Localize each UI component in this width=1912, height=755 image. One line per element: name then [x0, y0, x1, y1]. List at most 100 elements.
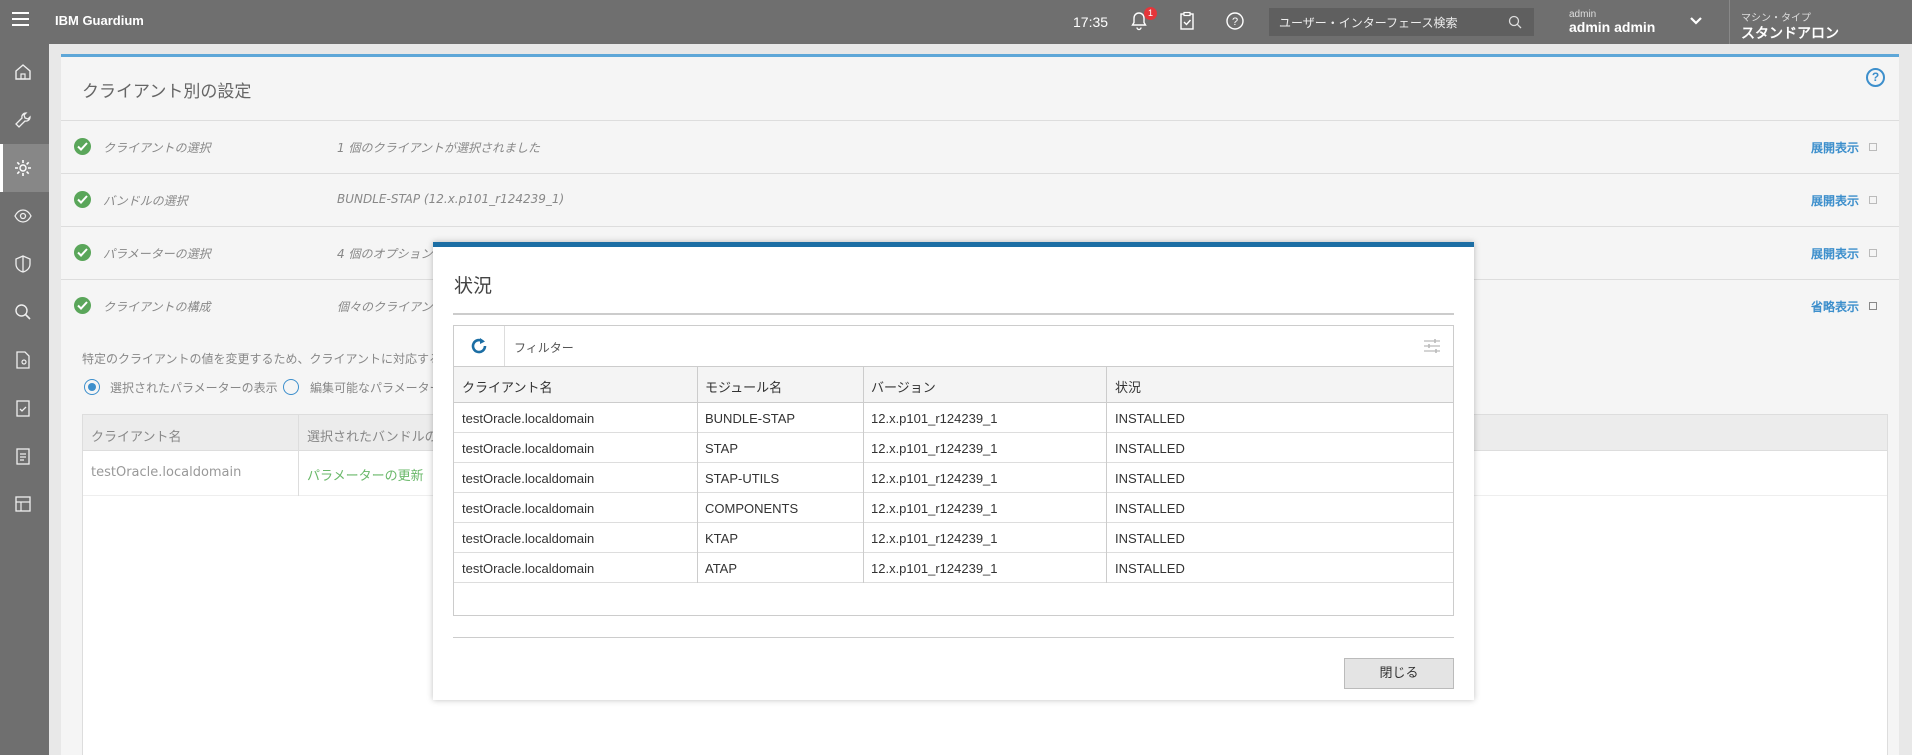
column-header: 選択されたバンドルのパ	[307, 430, 451, 445]
version-cell: 12.x.p101_r124239_1	[871, 561, 998, 576]
sidebar-item-protect[interactable]	[0, 240, 49, 288]
version-cell: 12.x.p101_r124239_1	[871, 531, 998, 546]
status-cell: INSTALLED	[1115, 501, 1185, 516]
sidebar-item-manage[interactable]	[0, 144, 49, 192]
column-divider	[298, 415, 299, 496]
step-select-client: クライアントの選択 1 個のクライアントが選択されました 展開表示	[61, 120, 1899, 173]
version-cell: 12.x.p101_r124239_1	[871, 411, 998, 426]
svg-text:?: ?	[1232, 16, 1238, 28]
expand-button[interactable]: 展開表示	[1811, 245, 1859, 262]
client-cell: testOracle.localdomain	[462, 411, 595, 426]
wrench-icon	[15, 112, 31, 128]
sidebar-item-monitor[interactable]	[0, 192, 49, 240]
clipboard-check-icon[interactable]	[1176, 10, 1198, 32]
filter-input[interactable]: フィルター	[514, 339, 574, 356]
page-title: クライアント別の設定	[82, 82, 252, 102]
machine-type-label: マシン・タイプ	[1741, 13, 1811, 24]
top-bar: IBM Guardium 17:35 1 ? ユーザー・インターフェース検索 a…	[0, 0, 1912, 44]
client-cell: testOracle.localdomain	[462, 471, 595, 486]
check-circle-icon	[74, 191, 91, 208]
check-circle-icon	[74, 244, 91, 261]
help-icon[interactable]: ?	[1866, 68, 1885, 87]
chevron-down-icon[interactable]	[1689, 16, 1703, 26]
table-row[interactable]: testOracle.localdomain BUNDLE-STAP 12.x.…	[454, 403, 1453, 433]
radio-selected-label: 選択されたパラメーターの表示	[110, 381, 278, 395]
search-icon[interactable]	[1508, 15, 1522, 29]
machine-type: マシン・タイプ スタンドアロン	[1741, 9, 1839, 43]
status-cell: INSTALLED	[1115, 441, 1185, 456]
update-parameters-link[interactable]: パラメーターの更新	[307, 465, 424, 484]
radio-selected-parameters[interactable]	[84, 379, 100, 395]
dialog-title: 状況	[454, 275, 493, 297]
table-row[interactable]: testOracle.localdomain ATAP 12.x.p101_r1…	[454, 553, 1453, 583]
column-divider	[697, 367, 698, 583]
expand-button[interactable]: 展開表示	[1811, 192, 1859, 209]
radio-editable-parameters[interactable]	[283, 379, 299, 395]
machine-type-value: スタンドアロン	[1741, 26, 1839, 42]
check-circle-icon	[74, 138, 91, 155]
expand-button[interactable]: 展開表示	[1811, 139, 1859, 156]
step-value: 1 個のクライアントが選択されました	[337, 141, 540, 155]
step-select-bundle: バンドルの選択 BUNDLE-STAP (12.x.p101_r124239_1…	[61, 173, 1899, 226]
help-icon[interactable]: ?	[1224, 10, 1246, 32]
collapse-button[interactable]: 省略表示	[1811, 298, 1859, 315]
step-label: クライアントの選択	[103, 141, 211, 155]
hamburger-menu-icon[interactable]	[12, 12, 29, 28]
home-icon	[15, 64, 31, 80]
module-cell: ATAP	[705, 561, 738, 576]
expand-square-icon	[1869, 249, 1877, 257]
user-name: admin admin	[1569, 19, 1656, 35]
table-row[interactable]: testOracle.localdomain STAP-UTILS 12.x.p…	[454, 463, 1453, 493]
step-label: バンドルの選択	[103, 194, 188, 208]
grid-toolbar: フィルター	[454, 326, 1453, 367]
sidebar-item-investigate[interactable]	[0, 288, 49, 336]
clock: 17:35	[1073, 14, 1109, 30]
eye-icon	[14, 209, 32, 223]
version-cell: 12.x.p101_r124239_1	[871, 441, 998, 456]
client-cell: testOracle.localdomain	[462, 501, 595, 516]
client-cell: testOracle.localdomain	[462, 441, 595, 456]
sidebar-item-home[interactable]	[0, 48, 49, 96]
column-divider	[863, 367, 864, 583]
ui-search-input[interactable]: ユーザー・インターフェース検索	[1269, 8, 1534, 36]
client-cell: testOracle.localdomain	[462, 561, 595, 576]
brand-title: IBM Guardium	[55, 13, 144, 28]
column-header-status[interactable]: 状況	[1115, 377, 1141, 396]
sidebar-item-audit[interactable]	[0, 432, 49, 480]
module-cell: STAP	[705, 441, 738, 456]
table-row[interactable]: testOracle.localdomain STAP 12.x.p101_r1…	[454, 433, 1453, 463]
column-header: クライアント名	[91, 430, 182, 445]
grid-header: クライアント名 モジュール名 バージョン 状況	[454, 367, 1453, 403]
refresh-button[interactable]	[454, 326, 505, 366]
status-dialog: 状況 フィルター クライアント名 モジュール名 バージョン 状況 testOra…	[433, 242, 1474, 700]
module-cell: COMPONENTS	[705, 501, 799, 516]
module-cell: STAP-UTILS	[705, 471, 780, 486]
step-label: パラメーターの選択	[103, 247, 211, 261]
sidebar-item-comply[interactable]	[0, 336, 49, 384]
clipboard-check-icon	[16, 400, 30, 417]
sidebar	[0, 44, 49, 755]
step-value: 個々のクライアント	[337, 300, 445, 314]
column-header-client[interactable]: クライアント名	[462, 377, 552, 396]
search-icon	[15, 304, 31, 320]
column-header-version[interactable]: バージョン	[871, 377, 936, 396]
configure-description: 特定のクライアントの値を変更するため、クライアントに対応する値を選	[82, 352, 478, 366]
client-name-cell: testOracle.localdomain	[91, 465, 242, 480]
module-cell: BUNDLE-STAP	[705, 411, 796, 426]
sidebar-item-setup[interactable]	[0, 96, 49, 144]
sidebar-item-reports[interactable]	[0, 384, 49, 432]
gear-icon	[15, 160, 31, 176]
refresh-icon	[471, 338, 487, 354]
user-menu[interactable]: admin admin admin	[1569, 9, 1655, 35]
status-cell: INSTALLED	[1115, 561, 1185, 576]
step-label: クライアントの構成	[103, 300, 211, 314]
dialog-footer-divider	[453, 637, 1454, 638]
sidebar-item-dashboard[interactable]	[0, 480, 49, 528]
column-header-module[interactable]: モジュール名	[705, 377, 782, 396]
column-settings-icon[interactable]	[1423, 338, 1441, 354]
version-cell: 12.x.p101_r124239_1	[871, 501, 998, 516]
table-row[interactable]: testOracle.localdomain KTAP 12.x.p101_r1…	[454, 523, 1453, 553]
table-row[interactable]: testOracle.localdomain COMPONENTS 12.x.p…	[454, 493, 1453, 523]
status-cell: INSTALLED	[1115, 471, 1185, 486]
close-button[interactable]: 閉じる	[1344, 658, 1454, 689]
